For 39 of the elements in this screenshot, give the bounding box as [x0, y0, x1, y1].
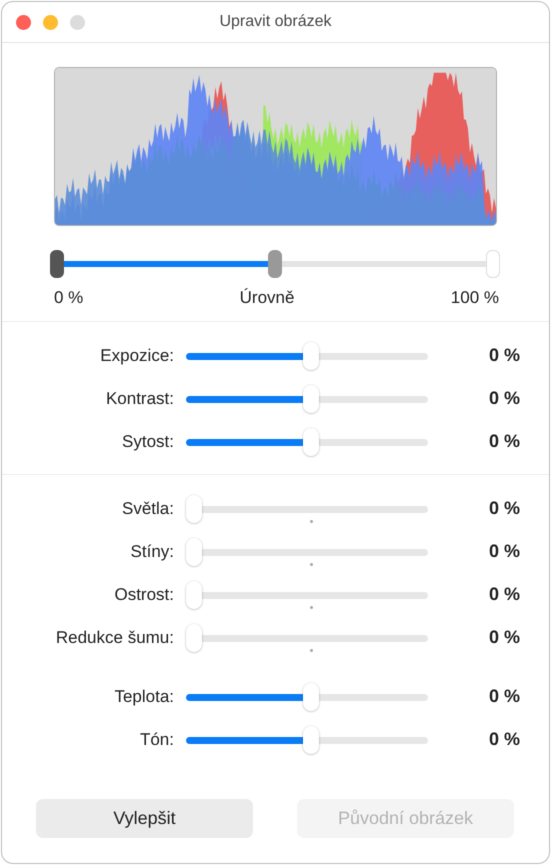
slider-value: 0 %	[488, 345, 520, 366]
slider-value: 0 %	[488, 541, 520, 562]
slider-label: Expozice:	[99, 346, 174, 366]
slider-thumb[interactable]	[186, 624, 202, 652]
close-button[interactable]	[16, 15, 31, 30]
slider-value: 0 %	[488, 584, 520, 605]
slider-value: 0 %	[488, 627, 520, 648]
window-title: Upravit obrázek	[219, 13, 332, 31]
max-label: 100 %	[450, 288, 499, 308]
slider-label: Světla:	[121, 498, 174, 518]
zoom-button[interactable]	[70, 15, 85, 30]
slider-handle[interactable]	[268, 250, 282, 278]
slider-handle[interactable]	[50, 250, 64, 278]
slider-label: Redukce šumu:	[54, 628, 174, 648]
slider-label: Tón:	[138, 730, 174, 750]
slider-thumb[interactable]	[303, 682, 319, 710]
slider-label: Stíny:	[130, 542, 174, 562]
action-button[interactable]: Vylepšit	[36, 799, 253, 838]
levels-label: Úrovně	[240, 288, 294, 308]
slider-value: 0 %	[488, 431, 520, 452]
slider-thumb[interactable]	[303, 384, 319, 412]
slider-thumb[interactable]	[186, 494, 202, 522]
levels-slider[interactable]	[50, 250, 500, 278]
slider-value: 0 %	[488, 686, 520, 707]
slider-label: Sytost:	[121, 432, 174, 452]
slider-thumb[interactable]	[186, 580, 202, 608]
slider-thumb[interactable]	[303, 428, 319, 456]
slider-value: 0 %	[488, 498, 520, 519]
slider-label: Ostrost:	[113, 584, 174, 604]
slider-value: 0 %	[488, 729, 520, 750]
minimize-button[interactable]	[43, 15, 58, 30]
slider-thumb[interactable]	[186, 538, 202, 566]
slider-value: 0 %	[488, 388, 520, 409]
slider-thumb[interactable]	[303, 342, 319, 370]
min-label: 0 %	[54, 288, 84, 308]
slider-thumb[interactable]	[303, 726, 319, 754]
slider-label: Kontrast:	[104, 388, 174, 408]
slider-label: Teplota:	[113, 686, 174, 706]
slider-handle[interactable]	[486, 250, 500, 278]
